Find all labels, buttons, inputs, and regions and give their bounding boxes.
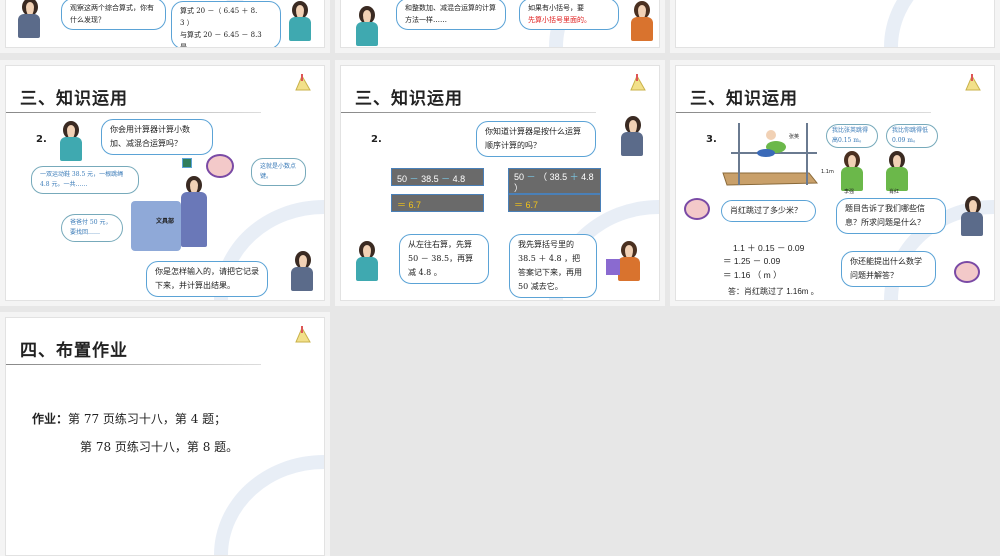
question-number: 3. [706, 134, 717, 145]
operand: 38.5 [549, 172, 568, 182]
title-divider [676, 112, 931, 113]
operator: － [526, 172, 536, 182]
equation-line: 1.1 ＋ 0.15 － 0.09 [733, 243, 805, 253]
speech-bubble: 我比你跳得低 0.09 m。 [886, 124, 938, 148]
name-label: 肖红 [889, 189, 900, 195]
name-label: 李强 [844, 189, 855, 195]
paren: ） [514, 183, 524, 193]
bubble-line: 算式 20 －（ 6.45 ＋ 8. [180, 7, 258, 15]
watermark-icon [884, 0, 994, 47]
slide-thumbnail-knowledge-2b[interactable]: 三、知识运用 2. 你知道计算器是按什么运算顺序计算的吗？ 50 － 38.5 … [335, 60, 665, 306]
speech-bubble: 和整数加、减混合运算的计算方法一样…… [396, 0, 506, 30]
question-number: 2. [371, 134, 382, 145]
operator: － [441, 174, 451, 184]
angel-illustration [954, 261, 980, 283]
operator: － [409, 174, 419, 184]
speech-bubble: 如果有小括号，要 先算小括号里面的。 [519, 0, 619, 30]
slide-thumbnail-knowledge-3[interactable]: 三、知识运用 3. 张英 1.1m 我比张英跳得高0.15 m。 我比你跳得低 … [670, 60, 1000, 306]
speech-bubble: 我先算括号里的 38.5 ＋ 4.8 ，把答案记下来，再用 50 减去它。 [509, 234, 597, 298]
operand: 50 [514, 172, 525, 182]
speech-bubble: 从左往右算，先算 50 － 38.5，再算减 4.8 。 [399, 234, 489, 284]
slide-canvas: 和整数加、减混合运算的计算方法一样…… 如果有小括号，要 先算小括号里面的。 [340, 0, 660, 48]
counter-sign: 文具部 [156, 218, 175, 225]
homework-label: 作业： [32, 412, 69, 426]
bubble-line: 是 [180, 43, 187, 48]
bar-height-label: 1.1m [821, 169, 834, 175]
equation-line: ＝ 1.25 － 0.09 [723, 256, 781, 266]
title-divider [6, 112, 261, 113]
speech-bubble: 这就是小数点键。 [251, 158, 306, 186]
question-number: 2. [36, 134, 47, 145]
slide-canvas: 观察这两个综合算式，你有什么发现？ 算式 20 －（ 6.45 ＋ 8. 3 ）… [5, 0, 325, 48]
slide-thumbnail-prev-3[interactable] [670, 0, 1000, 53]
shop-counter-illustration [131, 201, 181, 251]
angel-illustration [684, 198, 710, 220]
operand: 38.5 [421, 174, 439, 184]
calculator-display-right: 50 － （ 38.5 ＋ 4.8 ） [508, 168, 601, 194]
slide-canvas: 四、布置作业 作业：第 77 页练习十八，第 4 题； 第 78 页练习十八，第… [5, 317, 325, 556]
compass-ruler-icon [295, 326, 311, 343]
slide-canvas [675, 0, 995, 48]
slide-title: 三、知识运用 [20, 89, 128, 109]
calculator-result-right: ＝ 6.7 [508, 194, 601, 212]
compass-ruler-icon [295, 74, 311, 91]
watermark-icon [214, 455, 324, 555]
slide-thumbnail-homework[interactable]: 四、布置作业 作业：第 77 页练习十八，第 4 题； 第 78 页练习十八，第… [0, 312, 330, 556]
speech-bubble: 算式 20 －（ 6.45 ＋ 8. 3 ） 与算式 20 － 6.45 － 8… [171, 1, 281, 48]
speech-bubble: 你知道计算器是按什么运算顺序计算的吗？ [476, 121, 596, 157]
bubble-line: 与算式 20 － 6.45 － 8.3 [180, 31, 262, 39]
speech-bubble: 题目告诉了我们哪些信息？所求问题是什么？ [836, 198, 946, 234]
slide-title: 三、知识运用 [690, 89, 798, 109]
answer-text: 答：肖红跳过了 1.16m 。 [728, 287, 819, 296]
title-divider [341, 112, 596, 113]
operand: 4.8 [581, 172, 594, 182]
homework-line-2: 第 78 页练习十八，第 8 题。 [80, 440, 239, 454]
operand: 4.8 [452, 174, 466, 184]
compass-ruler-icon [965, 74, 981, 91]
name-label: 张英 [789, 134, 800, 140]
slide-thumbnail-knowledge-2a[interactable]: 三、知识运用 2. 你会用计算器计算小数加、减混合运算吗？ 一双运动鞋 38.5… [0, 60, 330, 306]
slide-thumbnail-prev-2[interactable]: 和整数加、减混合运算的计算方法一样…… 如果有小括号，要 先算小括号里面的。 [335, 0, 665, 53]
operand: 50 [397, 174, 408, 184]
thought-bubble: 爸爸付 50 元，要找回…… [61, 214, 123, 242]
speech-bubble: 你会用计算器计算小数加、减混合运算吗？ [101, 119, 213, 155]
slide-canvas: 三、知识运用 2. 你知道计算器是按什么运算顺序计算的吗？ 50 － 38.5 … [340, 65, 660, 301]
speech-bubble: 肖红跳过了多少米？ [721, 200, 816, 222]
slide-canvas: 三、知识运用 3. 张英 1.1m 我比张英跳得高0.15 m。 我比你跳得低 … [675, 65, 995, 301]
homework-text: 第 77 页练习十八，第 4 题； [68, 412, 227, 426]
slide-title: 三、知识运用 [355, 89, 463, 109]
angel-illustration [206, 154, 234, 178]
decimal-key-icon [182, 158, 192, 168]
speech-bubble: 你是怎样输入的，请把它记录下来，并计算出结果。 [146, 261, 268, 297]
high-jump-illustration [722, 123, 819, 186]
speech-bubble: 你还能提出什么数学问题并解答？ [841, 251, 936, 287]
homework-line-1: 作业：第 77 页练习十八，第 4 题； [32, 410, 226, 427]
bubble-line-highlight: 先算小括号里面的。 [528, 16, 591, 24]
slide-title: 四、布置作业 [20, 341, 128, 361]
bubble-line: 3 ） [180, 19, 194, 27]
speech-bubble: 我比张英跳得高0.15 m。 [826, 124, 878, 148]
speech-bubble: 观察这两个综合算式，你有什么发现？ [61, 0, 166, 30]
compass-ruler-icon [630, 74, 646, 91]
bubble-line: 如果有小括号，要 [528, 4, 584, 12]
paren: （ [538, 172, 548, 182]
calculator-display-left: 50 － 38.5 － 4.8 [391, 168, 484, 186]
slide-canvas: 三、知识运用 2. 你会用计算器计算小数加、减混合运算吗？ 一双运动鞋 38.5… [5, 65, 325, 301]
equation-line: ＝ 1.16 （ m ） [723, 270, 782, 280]
calculator-result-left: ＝ 6.7 [391, 194, 484, 212]
speech-bubble: 一双运动鞋 38.5 元，一根跳绳 4.8 元。一共…… [31, 166, 139, 194]
slide-thumbnail-prev-1[interactable]: 观察这两个综合算式，你有什么发现？ 算式 20 －（ 6.45 ＋ 8. 3 ）… [0, 0, 330, 53]
operator: ＋ [569, 172, 579, 182]
title-divider [6, 364, 261, 365]
